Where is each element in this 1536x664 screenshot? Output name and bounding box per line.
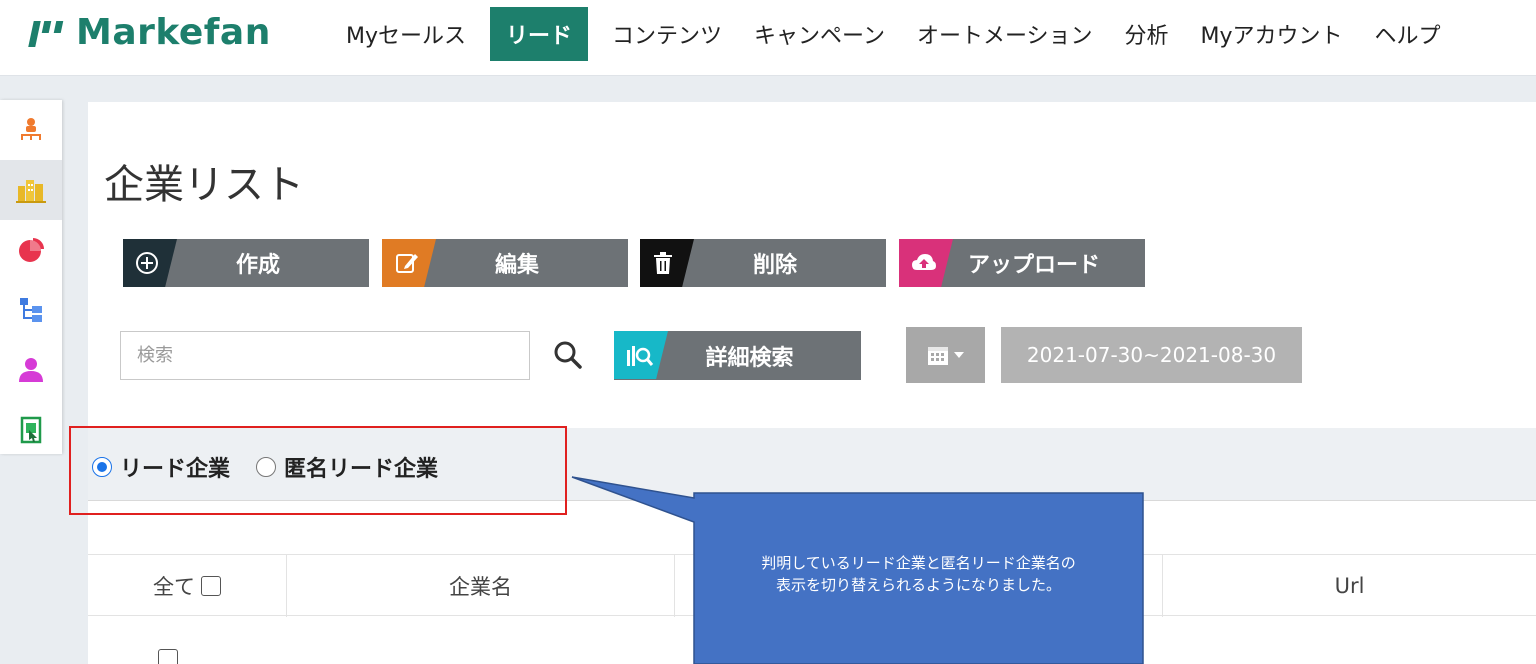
document-icon [20,416,42,444]
nav-item-campaign[interactable]: キャンペーン [738,7,901,61]
top-navigation-bar: Markefan Myセールス リード コンテンツ キャンペーン オートメーショ… [0,0,1536,76]
row-checkbox[interactable] [158,649,178,664]
select-all-checkbox[interactable] [201,576,221,596]
edit-button[interactable]: 編集 [382,239,628,287]
column-header-url[interactable]: Url [1163,555,1536,617]
delete-button[interactable]: 削除 [640,239,886,287]
search-input[interactable] [120,331,530,380]
callout-text: 判明しているリード企業と匿名リード企業名の 表示を切り替えられるようになりました… [694,552,1143,596]
page-title: 企業リスト [104,162,304,208]
advanced-search-button[interactable]: 詳細検索 [614,331,861,380]
calendar-dropdown-button[interactable] [906,327,985,383]
column-header-select-all: 全て [88,555,287,617]
sidebar-item-company[interactable] [0,160,62,220]
sidebar-item-hierarchy[interactable] [0,280,62,340]
sidebar [0,100,62,454]
callout-line-2: 表示を切り替えられるようになりました。 [775,576,1061,594]
nav-item-lead[interactable]: リード [490,7,589,61]
sidebar-item-person[interactable] [0,340,62,400]
column-header-company-name[interactable]: 企業名 [287,555,675,617]
edit-icon [382,239,436,287]
upload-button[interactable]: アップロード [899,239,1145,287]
sidebar-item-analysis[interactable] [0,220,62,280]
nav-item-mysales[interactable]: Myセールス [330,7,482,61]
logo-text: Markefan [76,11,271,53]
highlight-box [69,426,567,515]
sidebar-item-organization[interactable] [0,100,62,160]
logo-mark-icon [28,15,80,49]
sidebar-item-form[interactable] [0,400,62,460]
edit-button-label: 編集 [494,253,539,278]
select-all-label: 全て [153,575,195,599]
callout-line-1: 判明しているリード企業と匿名リード企業名の [761,554,1076,572]
calendar-icon [927,347,948,365]
nav-item-myaccount[interactable]: Myアカウント [1185,7,1359,61]
org-chart-icon [21,118,41,140]
nav-item-contents[interactable]: コンテンツ [596,7,738,61]
tree-icon [20,298,42,322]
chevron-down-icon [953,352,964,358]
markefan-logo[interactable]: Markefan [28,11,271,53]
person-icon [19,358,43,382]
advanced-search-icon [614,331,668,379]
advanced-search-label: 詳細検索 [705,345,794,371]
date-range-field[interactable]: 2021-07-30~2021-08-30 [1001,327,1302,383]
nav-item-automation[interactable]: オートメーション [901,7,1109,61]
pie-chart-icon [19,238,44,262]
nav-item-help[interactable]: ヘルプ [1359,7,1457,61]
upload-button-label: アップロード [967,253,1100,278]
plus-circle-icon [123,239,177,287]
search-icon[interactable] [552,339,584,371]
nav-item-analysis[interactable]: 分析 [1109,7,1185,61]
create-button[interactable]: 作成 [123,239,369,287]
company-icon [16,180,46,203]
create-button-label: 作成 [235,253,280,278]
delete-button-label: 削除 [752,253,797,278]
main-nav: Myセールス リード コンテンツ キャンペーン オートメーション 分析 Myアカ… [330,7,1457,61]
cloud-upload-icon [899,239,953,287]
trash-icon [640,239,694,287]
